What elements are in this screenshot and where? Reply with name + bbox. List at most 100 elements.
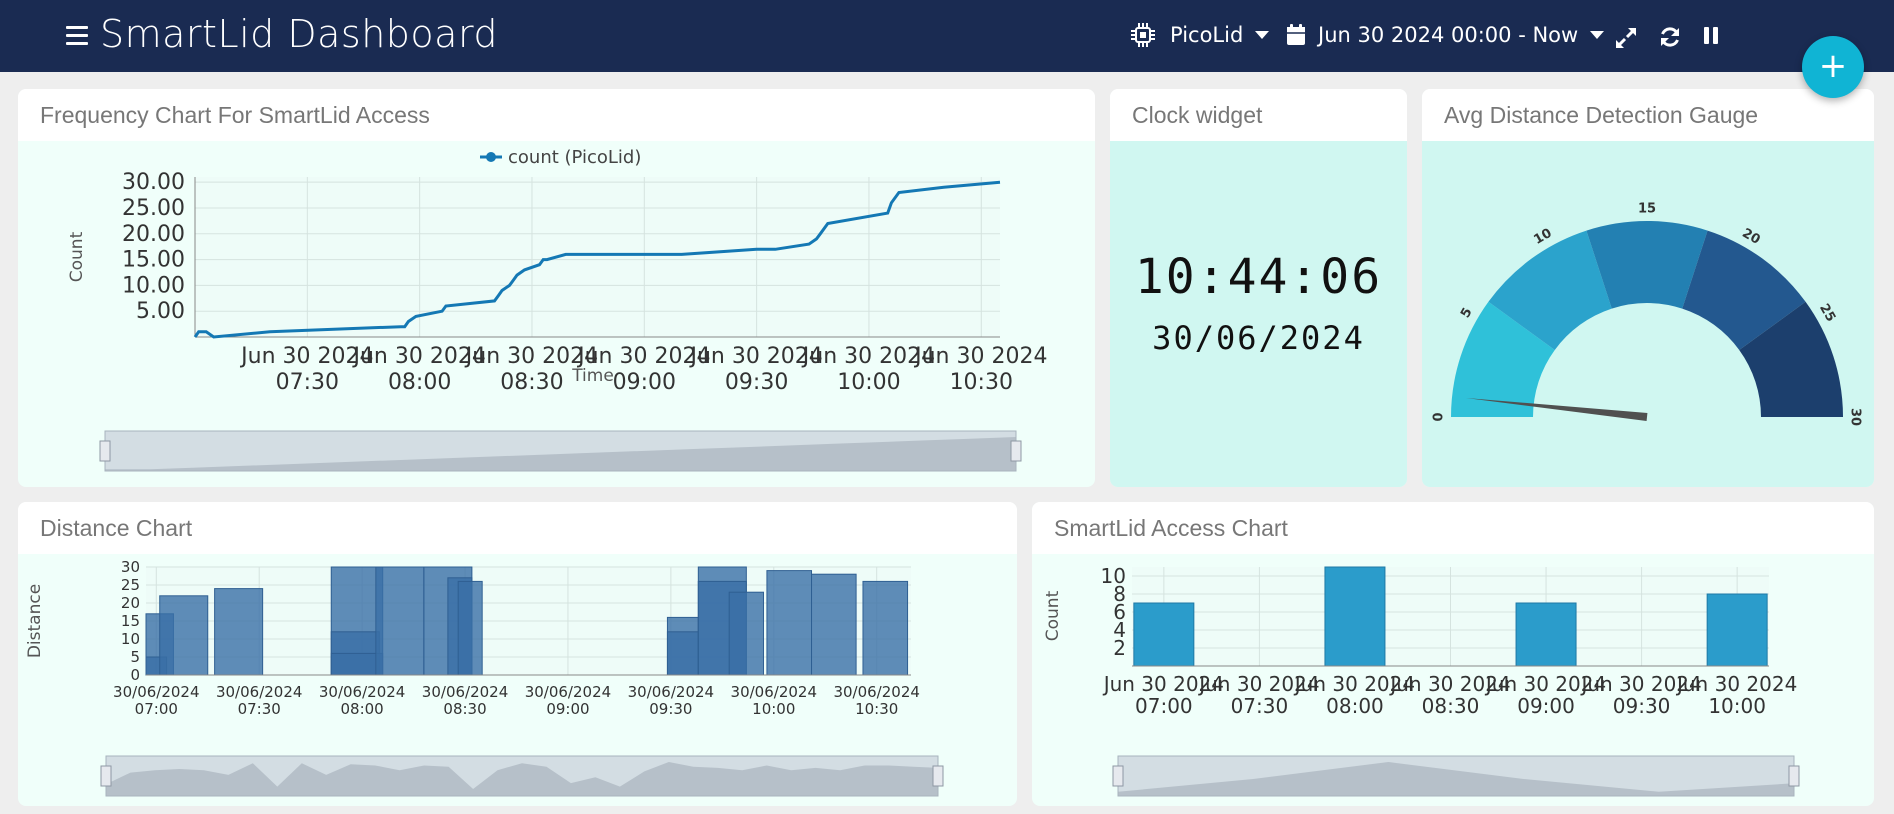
pause-icon[interactable] [1704, 25, 1720, 45]
bar [811, 573, 857, 676]
y-tick-label: 30 [121, 558, 140, 576]
menu-icon[interactable] [66, 26, 88, 46]
y-tick-label: 25.00 [122, 196, 185, 221]
x-tick-label: 07:30 [1231, 694, 1289, 718]
gauge-tick-label: 10 [1531, 226, 1554, 248]
y-tick-label: 30.00 [122, 170, 185, 195]
distance-chart-panel: Distance Chart 0 5 10 15 20 25 30 30/06/2024 07:… [18, 502, 1017, 806]
x-tick-label: 09:30 [1613, 694, 1671, 718]
x-tick-label: 08:00 [388, 370, 451, 395]
navigator-left-handle [100, 765, 112, 787]
y-tick-label: 10.00 [122, 273, 185, 298]
y-tick-label: 25 [121, 576, 140, 594]
date-range-selector[interactable]: Jun 30 2024 00:00 - Now [1286, 20, 1605, 50]
y-tick-label: 5 [130, 648, 140, 666]
x-tick-label: 10:00 [752, 700, 795, 718]
gauge-tick-label: 5 [1458, 305, 1476, 320]
navigator-right-handle [932, 765, 944, 787]
x-tick-label: 07:30 [238, 700, 281, 718]
x-tick-label: 30/06/2024 [628, 683, 714, 701]
add-widget-button[interactable]: + [1802, 36, 1864, 98]
x-tick-label: 08:00 [1326, 694, 1384, 718]
clock-time: 10:44:06 [1134, 249, 1383, 305]
gauge-panel: Avg Distance Detection Gauge 0 5 10 15 20 25 3… [1422, 89, 1874, 487]
x-tick-label: 30/06/2024 [731, 683, 817, 701]
y-tick-label: 10 [121, 630, 140, 648]
bar [862, 580, 909, 676]
app-title: SmartLid Dashboard [100, 12, 499, 56]
x-tick-label: 08:30 [443, 700, 486, 718]
y-axis-title: Count [67, 231, 87, 282]
bar [666, 631, 699, 676]
access-chart: 246810Jun 30 202407:00Jun 30 202407:30Ju… [1043, 564, 1800, 797]
chevron-down-icon [1590, 31, 1605, 39]
x-tick-label: 30/06/2024 [525, 683, 611, 701]
x-tick-label: 10:00 [1708, 694, 1766, 718]
plot-area [195, 177, 1000, 337]
gauge-tick-label: 0 [1432, 412, 1447, 421]
bar [1515, 602, 1577, 667]
frequency-chart: 5.0010.0015.0020.0025.0030.00 Jun 30 2024… [67, 147, 1047, 472]
clock-date: 30/06/2024 [1152, 319, 1365, 357]
x-tick-label: 30/06/2024 [113, 683, 199, 701]
x-tick-label: 09:00 [1517, 694, 1575, 718]
gauge-tick-label: 15 [1638, 202, 1656, 217]
panel-title: Frequency Chart For SmartLid Access [18, 89, 1095, 141]
x-tick-label: 09:00 [613, 370, 676, 395]
panel-title: Distance Chart [18, 502, 1017, 554]
chevron-down-icon [1255, 31, 1270, 39]
device-selector[interactable]: PicoLid [1130, 20, 1270, 50]
navigator-left-handle [1112, 765, 1124, 787]
y-tick-label: 15 [121, 612, 140, 630]
x-tick-label: Jun 30 2024 [1675, 672, 1797, 696]
access-chart-panel: SmartLid Access Chart 2 4 6 8 10 Jun 30 2024 0… [1032, 502, 1874, 806]
y-axis-title: Count [1043, 590, 1063, 641]
y-tick-label: 5.00 [136, 299, 185, 324]
fullscreen-icon[interactable] [1614, 23, 1638, 53]
y-tick-label: 20 [121, 594, 140, 612]
distance-gauge: 0 5 10 15 20 25 30 [1432, 202, 1863, 427]
date-range-label: Jun 30 2024 00:00 - Now [1318, 23, 1579, 47]
legend-label: count (PicoLid) [508, 147, 641, 168]
x-tick-label: 07:30 [276, 370, 339, 395]
bar [1324, 566, 1386, 667]
x-tick-label: Jun 30 2024 [913, 344, 1047, 369]
panel-title: Clock widget [1110, 89, 1407, 141]
x-tick-label: 08:00 [341, 700, 384, 718]
bar [214, 588, 264, 676]
gauge-tick-label: 20 [1739, 226, 1762, 248]
top-bar: SmartLid Dashboard PicoLid Jun 30 2024 0… [0, 0, 1894, 72]
x-tick-label: 30/06/2024 [319, 683, 405, 701]
y-tick-label: 0 [130, 666, 140, 684]
x-tick-label: 07:00 [1135, 694, 1193, 718]
gauge-tick-label: 30 [1848, 408, 1863, 426]
navigator-left-handle [99, 440, 111, 462]
x-tick-label: 30/06/2024 [422, 683, 508, 701]
y-tick-label: 15.00 [122, 248, 185, 273]
panel-title: SmartLid Access Chart [1032, 502, 1874, 554]
panel-title: Avg Distance Detection Gauge [1422, 89, 1874, 141]
navigator-right-handle [1788, 765, 1800, 787]
legend-marker [486, 152, 496, 162]
chip-icon [1131, 23, 1155, 47]
x-tick-label: 09:30 [725, 370, 788, 395]
distance-chart: 05101520253030/06/202407:0030/06/202407:… [25, 558, 944, 797]
frequency-chart-panel: Frequency Chart For SmartLid Access 5.00… [18, 89, 1095, 487]
x-tick-label: 10:00 [837, 370, 900, 395]
bar [728, 591, 764, 676]
y-axis-title: Distance [25, 584, 45, 658]
bar [1706, 593, 1768, 667]
refresh-icon[interactable] [1658, 22, 1682, 52]
x-tick-label: 08:30 [500, 370, 563, 395]
bar [330, 652, 384, 676]
x-axis-title: Time [571, 366, 614, 386]
x-tick-label: 10:30 [855, 700, 898, 718]
x-tick-label: 09:00 [546, 700, 589, 718]
bar [375, 566, 425, 676]
x-tick-label: 10:30 [950, 370, 1013, 395]
bar [457, 580, 483, 676]
x-tick-label: 07:00 [135, 700, 178, 718]
navigator-right-handle [1010, 440, 1022, 462]
bar [766, 570, 813, 676]
x-tick-label: 30/06/2024 [833, 683, 919, 701]
